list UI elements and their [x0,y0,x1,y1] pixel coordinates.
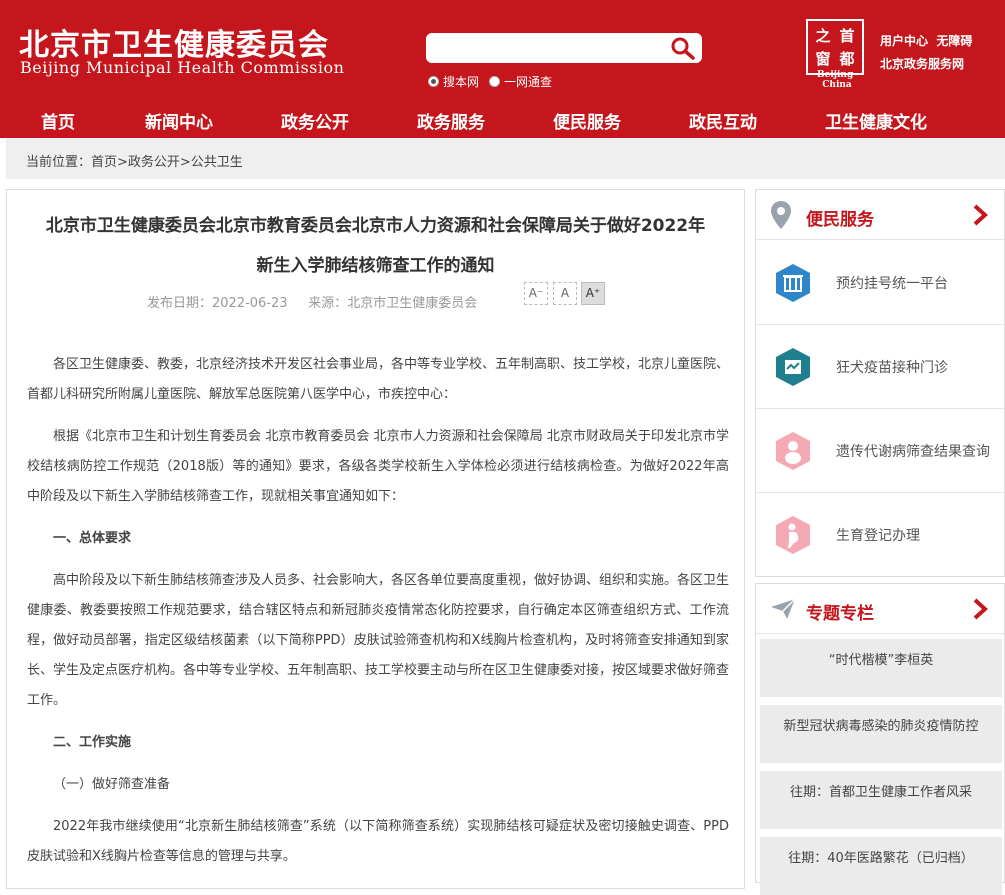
radio-unchecked-icon [489,76,501,87]
breadcrumb-bar: 当前位置：首页>政务公开>公共卫生 [6,139,1005,179]
radio-all[interactable]: 一网通查 [489,73,552,90]
nav-culture[interactable]: 卫生健康文化 [825,108,927,133]
user-center-link[interactable]: 用户中心 [880,34,928,48]
service-label: 狂犬疫苗接种门诊 [836,360,948,376]
font-larger-button[interactable]: A⁺ [581,282,605,305]
location-pin-icon [771,201,791,229]
search-box [426,33,702,63]
search-input[interactable] [426,33,656,63]
article-panel: 北京市卫生健康委员会北京市教育委员会北京市人力资源和社会保障局关于做好2022年… [6,189,745,889]
services-header: 便民服务 [756,190,1004,240]
nav-gov-service[interactable]: 政务服务 [417,108,485,133]
pregnancy-icon [776,516,810,554]
service-label: 生育登记办理 [836,528,920,544]
nav-interaction[interactable]: 政民互动 [689,108,757,133]
topics-header: 专题专栏 [756,584,1004,634]
nav-home[interactable]: 首页 [41,108,75,133]
seal-char: 之 [815,27,831,45]
site-header: 北京市卫生健康委员会 Beijing Municipal Health Comm… [0,0,1005,138]
topic-link[interactable]: 往期：首都卫生健康工作者风采 [760,771,1002,829]
main-nav: 首页 新闻中心 政务公开 政务服务 便民服务 政民互动 卫生健康文化 [0,100,1005,138]
services-panel: 便民服务 预约挂号统一平台 狂犬疫苗接种门诊 遗传代谢病筛查结果查询 生育登记办… [755,189,1005,577]
seal-char: 窗 [815,50,831,68]
seal-caption: Beijing-China [817,70,857,90]
service-item[interactable]: 狂犬疫苗接种门诊 [756,325,1004,409]
service-item[interactable]: 遗传代谢病筛查结果查询 [756,409,1004,493]
capital-window-logo[interactable]: 之 首 窗 都 [806,19,864,75]
paragraph: 各区卫生健康委、教委，北京经济技术开发区社会事业局，各中等专业学校、五年制高职、… [27,357,730,402]
site-subtitle: Beijing Municipal Health Commission [20,58,345,77]
paragraph: 2022年我市继续使用“北京新生肺结核筛查”系统（以下简称筛查系统）实现肺结核可… [27,819,729,864]
article-meta: 发布日期：2022-06-23 来源：北京市卫生健康委员会 [147,292,477,311]
article-title: 北京市卫生健康委员会北京市教育委员会北京市人力资源和社会保障局关于做好2022年… [7,206,744,286]
article-title-line1: 北京市卫生健康委员会北京市教育委员会北京市人力资源和社会保障局关于做好2022年 [45,216,706,236]
topic-link[interactable]: 往期：40年医路繁花（已归档） [760,837,1002,895]
radio-all-label: 一网通查 [504,75,553,89]
paper-plane-icon [771,598,796,619]
seal-char: 都 [839,50,855,68]
topics-title: 专题专栏 [806,604,874,624]
top-links: 用户中心 无障碍 [880,32,972,49]
chevron-right-icon[interactable] [970,598,990,620]
article-body: 各区卫生健康委、教委，北京经济技术开发区社会事业局，各中等专业学校、五年制高职、… [27,350,729,884]
search-icon[interactable] [670,36,696,60]
breadcrumb[interactable]: 当前位置：首页>政务公开>公共卫生 [26,151,243,170]
article-title-line2: 新生入学肺结核筛查工作的通知 [256,256,495,276]
font-normal-button[interactable]: A [553,282,577,305]
section-heading: 一、总体要求 [53,531,132,546]
baby-icon [776,432,810,470]
clinic-icon [776,348,810,386]
article-source: 来源：北京市卫生健康委员会 [308,296,478,311]
paragraph: 根据《北京市卫生和计划生育委员会 北京市教育委员会 北京市人力资源和社会保障局 … [27,429,729,504]
section-heading: 二、工作实施 [53,735,132,750]
topic-link[interactable]: “时代楷模”李桓英 [760,639,1002,697]
topics-panel: 专题专栏 “时代楷模”李桓英 新型冠状病毒感染的肺炎疫情防控 往期：首都卫生健康… [755,583,1005,895]
accessibility-link[interactable]: 无障碍 [936,34,972,48]
publish-date: 发布日期：2022-06-23 [147,296,288,311]
search-scope: 搜本网 一网通查 [428,73,562,90]
hospital-icon [776,264,810,302]
nav-public-service[interactable]: 便民服务 [553,108,621,133]
topic-link[interactable]: 新型冠状病毒感染的肺炎疫情防控 [760,705,1002,763]
nav-news[interactable]: 新闻中心 [145,108,213,133]
paragraph: （一）做好筛查准备 [53,777,171,792]
radio-site-label: 搜本网 [443,75,480,89]
seal-char: 首 [839,27,855,45]
services-title: 便民服务 [806,210,874,230]
gov-service-link[interactable]: 北京政务服务网 [880,55,964,72]
radio-checked-icon [428,76,439,87]
font-smaller-button[interactable]: A⁻ [524,282,548,305]
service-label: 预约挂号统一平台 [836,276,948,292]
nav-gov-open[interactable]: 政务公开 [281,108,349,133]
radio-site[interactable]: 搜本网 [428,73,479,90]
service-item[interactable]: 预约挂号统一平台 [756,241,1004,325]
service-label: 遗传代谢病筛查结果查询 [836,444,990,460]
chevron-right-icon[interactable] [970,204,990,226]
paragraph: 高中阶段及以下新生肺结核筛查涉及人员多、社会影响大，各区各单位要高度重视，做好协… [27,573,730,708]
service-item[interactable]: 生育登记办理 [756,493,1004,577]
